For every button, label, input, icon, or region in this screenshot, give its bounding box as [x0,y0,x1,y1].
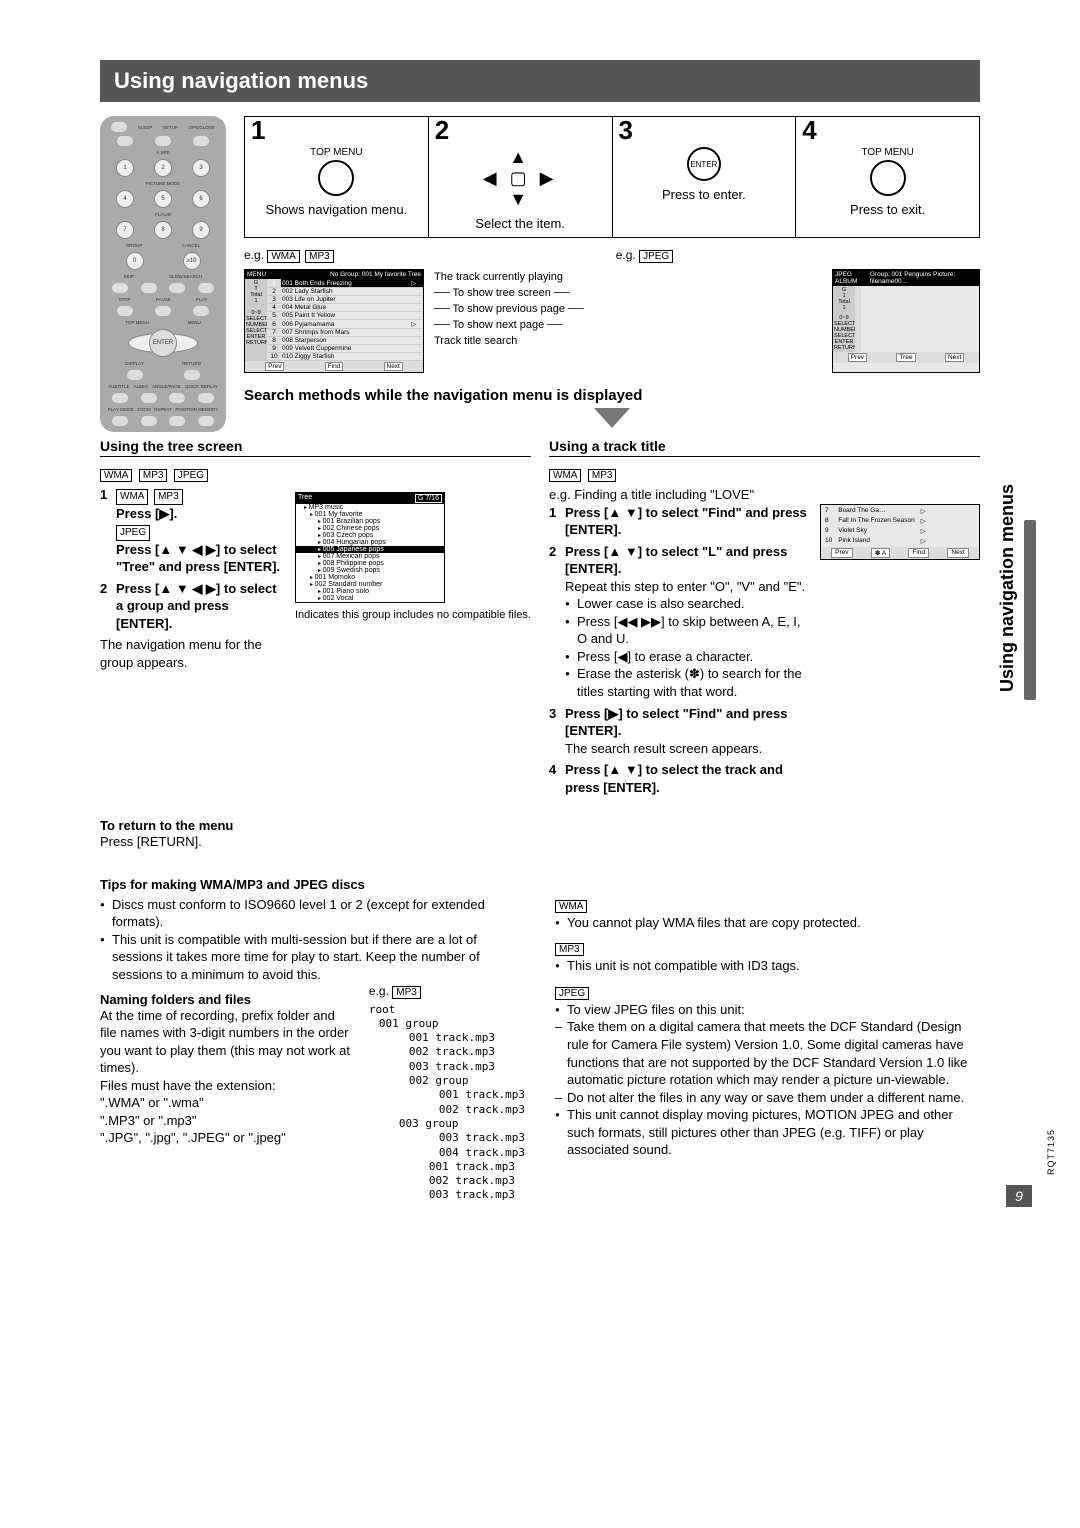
jpeg-notes: To view JPEG files on this unit: [555,1001,980,1019]
jpeg-menu-screen: JPEG ALBUMGroup: 001 Penguins Picture: f… [832,269,980,373]
top-menu-icon [870,160,906,196]
tree-caption: Indicates this group includes no compati… [295,609,531,621]
tree-note: The navigation menu for the group appear… [100,636,287,671]
step-1: 1 TOP MENU Shows navigation menu. [245,117,429,237]
step-4: 4 TOP MENU Press to exit. [796,117,979,237]
side-tab: Using navigation menus [1000,484,1036,704]
wma-note: You cannot play WMA files that are copy … [555,914,980,932]
eg-right: e.g. JPEG [616,248,675,263]
track-format-labels: WMA MP3 [549,465,980,486]
down-arrow-icon [594,408,630,428]
find-screen-diagram: 7Board The Ga…▷ 8Fall In The Frozen Seas… [820,504,980,560]
wma-label: WMA [555,900,587,913]
enter-icon: ENTER [687,147,721,181]
mp3-note: This unit is not compatible with ID3 tag… [555,957,980,975]
tree-heading: Using the tree screen [100,438,531,457]
tips-heading: Tips for making WMA/MP3 and JPEG discs [100,877,980,892]
naming-heading: Naming folders and files [100,992,355,1007]
top-menu-icon [318,160,354,196]
eg-left: e.g. WMA MP3 [244,248,336,263]
search-methods-heading: Search methods while the navigation menu… [244,387,980,404]
step-3: 3 ENTER Press to enter. [613,117,797,237]
jpeg-label: JPEG [555,987,589,1000]
track-intro: e.g. Finding a title including "LOVE" [549,486,980,504]
steps-row: 1 TOP MENU Shows navigation menu. 2 ▲◀ ▢… [244,116,980,238]
doc-code: RQT7135 [1046,1129,1056,1175]
menu-callouts: The track currently playing ── To show t… [434,269,822,373]
track-heading: Using a track title [549,438,980,457]
folder-tree-diagram: root 001 group 001 track.mp3 002 track.m… [369,1003,525,1203]
return-heading: To return to the menu [100,818,980,833]
tree-format-labels: WMA MP3 JPEG [100,465,531,486]
step-2: 2 ▲◀ ▢ ▶▼ Select the item. [429,117,613,237]
page-number: 9 [1006,1185,1032,1207]
tree-screen-diagram: TreeG 7/16 MP3 music 001 My favorite 001… [295,492,445,603]
return-text: Press [RETURN]. [100,833,980,851]
dpad-icon: ▲◀ ▢ ▶▼ [433,147,608,210]
wma-menu-screen: MENUNo Group: 001 My favorite Tree G T T… [244,269,424,373]
remote-illustration: SLEEPSETUPOPN/CLOSE A.SPD 123 PICTURE MO… [100,116,230,438]
page-title: Using navigation menus [100,60,980,102]
track-steps: Press [▲ ▼] to select "Find" and press [… [549,504,812,797]
naming-text: At the time of recording, prefix folder … [100,1007,355,1147]
tips-left-bullets: Discs must conform to ISO9660 level 1 or… [100,896,525,984]
mp3-label: MP3 [555,943,584,956]
tree-steps: WMA MP3 Press [▶]. JPEG Press [▲ ▼ ◀ ▶] … [100,486,287,632]
